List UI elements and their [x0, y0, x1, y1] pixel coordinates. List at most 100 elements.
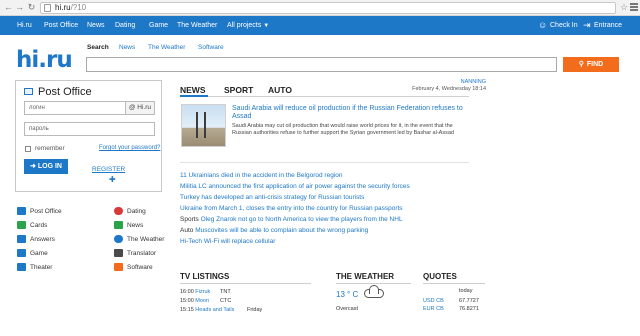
news-item-category: Hi-Tech: [180, 238, 203, 245]
heart-icon: [114, 207, 123, 216]
service-label: Game: [30, 250, 48, 257]
service-dating[interactable]: Dating: [114, 207, 146, 216]
site-logo[interactable]: hi.ru: [16, 47, 73, 73]
tab-divider: [180, 96, 469, 97]
quotes-header-today: today: [459, 288, 473, 294]
service-cards[interactable]: Cards: [17, 221, 47, 230]
service-label: Theater: [30, 264, 53, 271]
oil-rig-shape: [196, 112, 206, 138]
news-item[interactable]: Ukraine from March 1, closes the entry i…: [180, 203, 403, 214]
search-icon: ⚲: [578, 61, 584, 68]
news-item[interactable]: 11 Ukrainians died in the accident in th…: [180, 170, 342, 181]
topnav-dating[interactable]: Dating: [115, 16, 135, 35]
tv-time: 16:00: [180, 289, 194, 295]
search-tab-software[interactable]: Software: [198, 44, 224, 51]
service-post-office[interactable]: Post Office: [17, 207, 62, 216]
topnav-news[interactable]: News: [87, 16, 105, 35]
service-label: News: [127, 222, 144, 229]
news-item-text: Militia LC announced the first applicati…: [180, 183, 410, 190]
tv-divider: [180, 283, 311, 284]
cloud-icon: [364, 285, 384, 298]
service-label: Cards: [30, 222, 48, 229]
log-in-button[interactable]: ➜ LOG IN: [24, 159, 68, 174]
browser-toolbar: ← → ↻ hi.ru/?10 ☆: [0, 0, 640, 16]
password-placeholder: пароль: [29, 126, 49, 132]
user-icon: ☺: [538, 20, 548, 30]
address-bar[interactable]: hi.ru/?10: [40, 2, 616, 14]
news-item[interactable]: Auto Muscovites will be able to complain…: [180, 225, 368, 236]
tv-row[interactable]: 16:00 Fizruk TNT: [180, 288, 231, 296]
quotes-title: QUOTES: [423, 272, 457, 281]
main-headline[interactable]: Saudi Arabia will reduce oil production …: [232, 105, 464, 121]
topnav-game[interactable]: Game: [149, 16, 168, 35]
news-item-text: Wi-Fi will replace cellular: [203, 238, 276, 245]
game-icon: [17, 249, 26, 258]
add-user-icon: ✚: [109, 175, 116, 184]
service-software[interactable]: Software: [114, 263, 153, 272]
envelope-icon: [17, 207, 26, 216]
forgot-password-link[interactable]: Forgot your password?: [99, 145, 160, 151]
login-placeholder: логин: [29, 105, 45, 111]
tv-time: 15:15: [180, 307, 194, 313]
news-item-text: Turkey has developed an anti-crisis stra…: [180, 194, 365, 201]
service-label: Post Office: [30, 208, 62, 215]
service-news[interactable]: News: [114, 221, 143, 230]
news-item[interactable]: Turkey has developed an anti-crisis stra…: [180, 192, 364, 203]
bookmark-star-icon[interactable]: ☆: [620, 2, 628, 13]
topnav-post-office[interactable]: Post Office: [44, 16, 78, 35]
service-theater[interactable]: Theater: [17, 263, 52, 272]
header-city[interactable]: NANNING: [430, 79, 486, 85]
password-input[interactable]: пароль: [24, 122, 155, 136]
browser-menu-icon[interactable]: [630, 3, 638, 11]
register-link[interactable]: REGISTER: [92, 166, 125, 173]
topnav-hi-ru[interactable]: Hi.ru: [17, 16, 32, 35]
search-tab-news[interactable]: News: [119, 44, 135, 51]
news-item[interactable]: Hi-Tech Wi-Fi will replace cellular: [180, 236, 275, 247]
active-tab-indicator: [180, 95, 208, 97]
entrance-link[interactable]: Entrance: [594, 16, 622, 35]
back-icon[interactable]: ←: [3, 2, 14, 13]
forward-icon[interactable]: →: [14, 2, 25, 13]
service-label: Dating: [127, 208, 146, 215]
news-item-text: 11 Ukrainians died in the accident in th…: [180, 172, 343, 179]
login-title: Post Office: [38, 86, 92, 98]
service-label: Answers: [30, 236, 55, 243]
quotes-divider: [423, 283, 485, 284]
service-game[interactable]: Game: [17, 249, 48, 258]
cards-icon: [17, 221, 26, 230]
reload-icon[interactable]: ↻: [26, 2, 37, 13]
topnav-weather[interactable]: The Weather: [177, 16, 217, 35]
search-tab-weather[interactable]: The Weather: [148, 44, 185, 51]
domain-selector[interactable]: @ Hi.ru: [124, 102, 154, 114]
tab-auto[interactable]: AUTO: [268, 85, 292, 95]
url-path: /?10: [70, 3, 87, 12]
theater-icon: [17, 263, 26, 272]
remember-checkbox[interactable]: [25, 146, 31, 152]
news-item[interactable]: Militia LC announced the first applicati…: [180, 181, 410, 192]
remember-label: remember: [35, 145, 65, 152]
find-button[interactable]: ⚲ FIND: [563, 57, 619, 72]
check-in-link[interactable]: Check In: [550, 16, 578, 35]
news-item-text: Oleg Znarok not go to North America to v…: [200, 216, 403, 223]
news-icon: [114, 221, 123, 230]
service-label: The Weather: [127, 236, 165, 243]
envelope-icon: [24, 88, 33, 95]
topnav-all-projects[interactable]: All projects ▼: [227, 16, 269, 35]
quote-value: 76.8271: [459, 306, 479, 312]
tab-news[interactable]: NEWS: [180, 85, 206, 95]
tv-time: 15:00: [180, 298, 194, 304]
tv-row[interactable]: 15:15 Heads and Tails Friday: [180, 306, 262, 314]
tv-listings-title: TV LISTINGS: [180, 272, 230, 281]
service-answers[interactable]: Answers: [17, 235, 55, 244]
tab-sport[interactable]: SPORT: [224, 85, 253, 95]
tv-show: Heads and Tails: [195, 307, 235, 313]
news-item[interactable]: Sports Oleg Znarok not go to North Ameri…: [180, 214, 403, 225]
search-input[interactable]: [86, 57, 557, 72]
search-tab-search[interactable]: Search: [87, 44, 109, 51]
service-translator[interactable]: Translator: [114, 249, 156, 258]
tv-show: Fizruk: [195, 289, 211, 295]
tv-channel: TNT: [220, 289, 231, 295]
tv-row[interactable]: 15:00 Moon CTC: [180, 297, 231, 305]
service-weather[interactable]: The Weather: [114, 235, 164, 244]
login-input[interactable]: логин @ Hi.ru: [24, 101, 155, 115]
